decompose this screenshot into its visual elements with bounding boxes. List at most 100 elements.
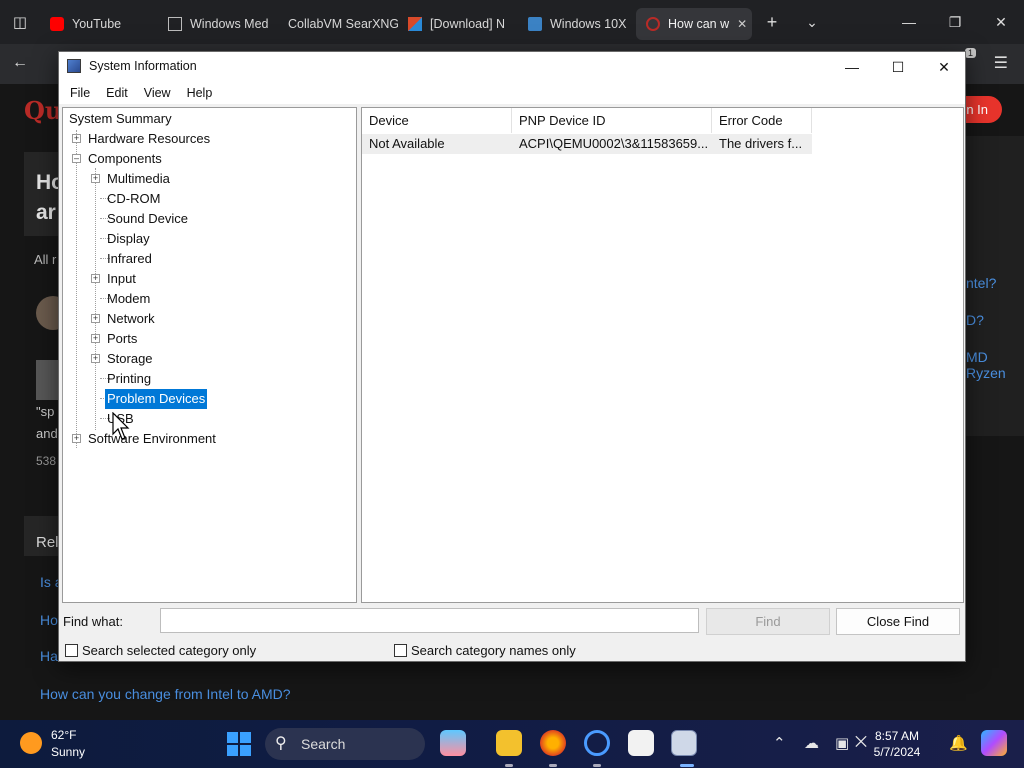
tree-item-software-environment[interactable]: Software Environment	[88, 429, 216, 449]
related-link[interactable]: How can you change from Intel to AMD?	[40, 686, 291, 702]
checkbox-box[interactable]	[394, 643, 407, 657]
menu-file[interactable]: File	[62, 86, 98, 100]
tab-windows-media[interactable]: Windows Med	[158, 8, 278, 40]
notification-bell-icon[interactable]: 🔔	[949, 734, 968, 752]
tree-item-modem[interactable]: Modem	[107, 289, 150, 309]
tab-quora-active[interactable]: How can w ✕	[636, 8, 752, 40]
checkbox-label: Search selected category only	[82, 642, 257, 658]
tree-item-system-summary[interactable]: System Summary	[69, 109, 172, 129]
collapse-minus-icon[interactable]: –	[72, 154, 81, 163]
checkbox-box[interactable]	[65, 643, 78, 657]
sun-weather-icon[interactable]	[20, 732, 42, 754]
tree-item-printing[interactable]: Printing	[107, 369, 151, 389]
all-related-text: All r	[34, 252, 57, 267]
menu-help[interactable]: Help	[179, 86, 221, 100]
details-list[interactable]: Device PNP Device ID Error Code Not Avai…	[361, 107, 964, 603]
mouse-cursor-icon	[112, 412, 130, 440]
expand-plus-icon[interactable]: +	[91, 174, 100, 183]
column-header-device[interactable]: Device	[362, 108, 512, 133]
table-cell[interactable]: The drivers f...	[712, 134, 812, 154]
tree-item-infrared[interactable]: Infrared	[107, 249, 152, 269]
microsoft-store-icon[interactable]	[628, 730, 654, 756]
tab-windows-10x[interactable]: Windows 10X	[518, 8, 636, 40]
active-indicator	[680, 764, 694, 767]
display-icon[interactable]: ▣	[835, 734, 849, 752]
new-tab-icon[interactable]: +	[752, 12, 792, 33]
close-find-button[interactable]: Close Find	[836, 608, 960, 635]
tree-item-sound-device[interactable]: Sound Device	[107, 209, 188, 229]
tab-youtube[interactable]: YouTube	[40, 8, 158, 40]
window-title: System Information	[89, 59, 197, 73]
category-tree[interactable]: System Summary + Hardware Resources – Co…	[62, 107, 357, 603]
window-title-bar[interactable]: System Information — ☐ ✕	[59, 52, 965, 82]
sidebar-link[interactable]: MD Ryzen	[966, 349, 1024, 381]
chevron-up-icon[interactable]: ⌃	[773, 734, 786, 752]
running-indicator	[593, 764, 601, 767]
system-information-window: System Information — ☐ ✕ File Edit View …	[58, 51, 966, 662]
column-header-pnp-device-id[interactable]: PNP Device ID	[512, 108, 712, 133]
weather-temperature[interactable]: 62°F	[51, 728, 76, 742]
column-header-error-code[interactable]: Error Code	[712, 108, 812, 133]
close-icon[interactable]: ✕	[978, 0, 1024, 44]
close-tab-icon[interactable]: ✕	[737, 17, 747, 31]
tab-collabvm-searxng[interactable]: CollabVM SearXNG	[278, 8, 398, 40]
tab-download[interactable]: [Download] N	[398, 8, 518, 40]
tree-item-storage[interactable]: Storage	[107, 349, 153, 369]
search-category-names-checkbox[interactable]: Search category names only	[394, 641, 576, 659]
beach-widget-icon[interactable]	[440, 730, 466, 756]
sidebar-link[interactable]: D?	[966, 312, 984, 328]
related-link[interactable]: Ha	[40, 648, 58, 664]
related-link[interactable]: Ho	[40, 612, 58, 628]
tree-item-components[interactable]: Components	[88, 149, 162, 169]
expand-plus-icon[interactable]: +	[91, 314, 100, 323]
maximize-icon[interactable]: ☐	[875, 52, 921, 82]
tree-item-display[interactable]: Display	[107, 229, 150, 249]
tree-item-input[interactable]: Input	[107, 269, 136, 289]
menu-icon[interactable]: ☰	[994, 53, 1008, 73]
tree-item-multimedia[interactable]: Multimedia	[107, 169, 170, 189]
tree-item-hardware-resources[interactable]: Hardware Resources	[88, 129, 210, 149]
firefox-icon[interactable]	[540, 730, 566, 756]
windows-10x-icon	[528, 17, 542, 31]
quora-logo[interactable]: Qu	[24, 96, 62, 125]
search-icon: ⚲	[275, 735, 287, 752]
tab-actions-icon[interactable]: ◫	[0, 0, 40, 44]
menu-view[interactable]: View	[136, 86, 179, 100]
system-information-app-icon[interactable]	[671, 730, 697, 756]
minimize-icon[interactable]: —	[829, 52, 875, 82]
tab-label: CollabVM SearXNG	[288, 17, 398, 31]
expand-plus-icon[interactable]: +	[72, 134, 81, 143]
tree-item-ports[interactable]: Ports	[107, 329, 137, 349]
clock-time[interactable]: 8:57 AM	[862, 729, 932, 743]
chevron-down-icon[interactable]: ⌄	[792, 14, 832, 31]
browser-tab-bar: ◫ YouTube Windows Med CollabVM SearXNG […	[0, 0, 1024, 44]
expand-plus-icon[interactable]: +	[91, 274, 100, 283]
weather-condition[interactable]: Sunny	[51, 745, 85, 759]
file-explorer-icon[interactable]	[496, 730, 522, 756]
restore-icon[interactable]: ❐	[932, 0, 978, 44]
table-cell[interactable]: Not Available	[362, 134, 512, 154]
close-icon[interactable]: ✕	[921, 52, 967, 82]
tree-item-problem-devices[interactable]: Problem Devices	[105, 389, 208, 409]
network-offline-icon[interactable]: ☁	[804, 734, 819, 752]
windows-start-icon[interactable]	[227, 732, 251, 756]
find-what-input[interactable]	[160, 608, 699, 633]
taskbar-search[interactable]: ⚲ Search	[265, 728, 425, 760]
minimize-icon[interactable]: —	[886, 0, 932, 44]
menu-bar: File Edit View Help	[59, 82, 965, 104]
tree-item-cd-rom[interactable]: CD-ROM	[107, 189, 160, 209]
copilot-icon[interactable]	[981, 730, 1007, 756]
expand-plus-icon[interactable]: +	[91, 334, 100, 343]
expand-plus-icon[interactable]: +	[72, 434, 81, 443]
tree-item-network[interactable]: Network	[107, 309, 155, 329]
find-button[interactable]: Find	[706, 608, 830, 635]
expand-plus-icon[interactable]: +	[91, 354, 100, 363]
back-arrow-icon[interactable]: ←	[12, 54, 28, 72]
related-label: Rel	[36, 534, 59, 551]
table-cell[interactable]: ACPI\QEMU0002\3&11583659...	[512, 134, 712, 154]
clock-date[interactable]: 5/7/2024	[862, 745, 932, 759]
menu-edit[interactable]: Edit	[98, 86, 136, 100]
sidebar-link[interactable]: ntel?	[966, 275, 996, 291]
chrome-browser-icon[interactable]	[584, 730, 610, 756]
search-selected-category-checkbox[interactable]: Search selected category only	[65, 641, 256, 659]
